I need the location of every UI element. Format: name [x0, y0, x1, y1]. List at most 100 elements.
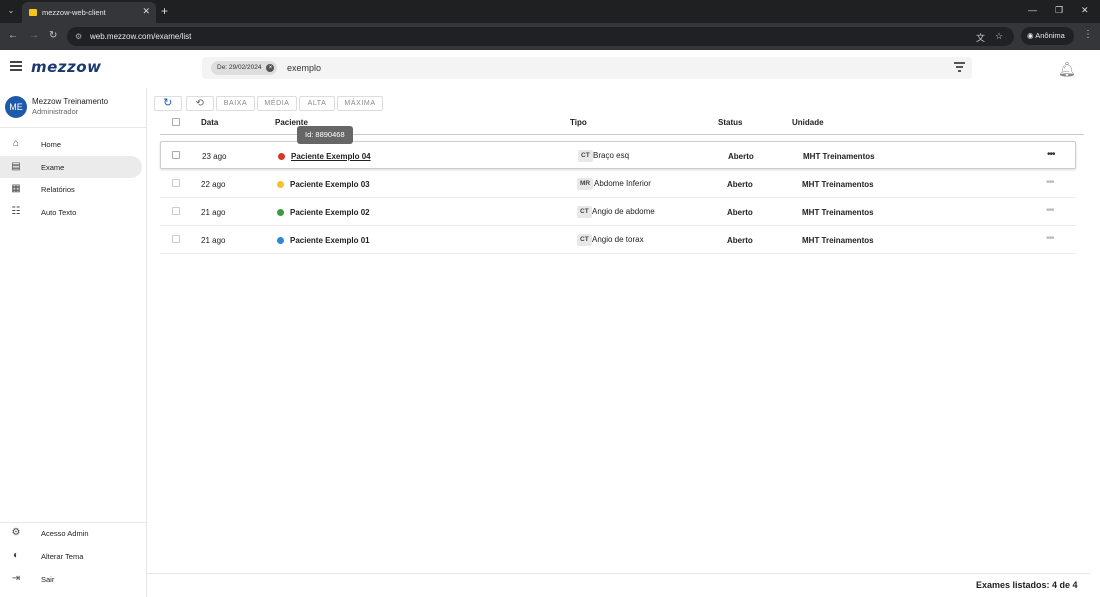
browser-tab-bar: ⌄ mezzow-web-client ✕ + — ❐ ✕ [0, 0, 1100, 23]
priority-dot [278, 153, 285, 160]
sidebar-item-label: Home [41, 140, 62, 149]
status-text: Aberto [727, 236, 753, 245]
row-date: 21 ago [201, 208, 226, 217]
browser-tab[interactable]: mezzow-web-client ✕ [22, 2, 156, 23]
unit-text: MHT Treinamentos [802, 208, 874, 217]
sidebar-item-label: Acesso Admin [41, 529, 89, 538]
priority-maxima-button[interactable]: MÁXIMA [337, 96, 383, 111]
profile-label: Anônima [1035, 31, 1065, 40]
row-checkbox[interactable] [172, 235, 180, 243]
bookmark-star-icon[interactable]: ☆ [995, 31, 1003, 42]
gear-icon: ⚙ [11, 527, 21, 538]
priority-dot [277, 209, 284, 216]
modality-badge: CT [577, 234, 592, 246]
menu-icon[interactable] [10, 61, 22, 71]
chip-label: De: 29/02/2024 [217, 64, 262, 71]
translate-icon[interactable]: 文 [976, 31, 985, 44]
window-close-icon[interactable]: ✕ [1081, 5, 1089, 16]
sidebar-item-sair[interactable]: ⇥ Sair [0, 568, 142, 590]
modality-badge: MR [577, 178, 594, 190]
url-input[interactable]: ⚙ web.mezzow.com/exame/list 文 ☆ [67, 27, 1014, 46]
notification-bell-icon[interactable]: 🔔︎ [1058, 61, 1076, 78]
status-text: Aberto [728, 152, 754, 161]
modality-badge: CT [578, 150, 593, 162]
column-unidade[interactable]: Unidade [792, 118, 824, 127]
row-checkbox[interactable] [172, 207, 180, 215]
table-row[interactable]: 21 ago Paciente Exemplo 02 CT Angio de a… [160, 198, 1076, 226]
avatar: ME [5, 96, 27, 118]
user-name: Mezzow Treinamento [32, 97, 109, 106]
column-data[interactable]: Data [201, 118, 218, 127]
sidebar-item-label: Auto Texto [41, 208, 77, 217]
search-input[interactable]: exemplo [287, 63, 321, 73]
select-all-checkbox[interactable] [172, 118, 180, 126]
restore-icon[interactable]: ❐ [1055, 5, 1063, 16]
row-date: 23 ago [202, 152, 227, 161]
sidebar-item-home[interactable]: ⌂ Home [0, 133, 142, 155]
exam-type: Angio de abdome [592, 207, 655, 216]
sidebar-item-relatorios[interactable]: ▦ Relatórios [0, 178, 142, 200]
table-row[interactable]: 21 ago Paciente Exemplo 01 CT Angio de t… [160, 226, 1076, 254]
row-date: 21 ago [201, 236, 226, 245]
exam-type: Braço esq [593, 151, 630, 160]
sidebar-item-auto-texto[interactable]: ☷ Auto Texto [0, 201, 142, 223]
unit-text: MHT Treinamentos [802, 236, 874, 245]
more-options-icon[interactable]: ••• [1047, 149, 1055, 160]
patient-link[interactable]: Paciente Exemplo 02 [290, 208, 370, 217]
sidebar-item-alterar-tema[interactable]: ◐ Alterar Tema [0, 545, 142, 567]
back-icon[interactable]: ← [8, 30, 18, 41]
forward-icon[interactable]: → [29, 30, 39, 41]
sidebar-item-label: Alterar Tema [41, 552, 84, 561]
theme-icon: ◐ [12, 550, 20, 561]
row-checkbox[interactable] [172, 179, 180, 187]
auto-text-icon: ☷ [11, 206, 21, 217]
patient-link[interactable]: Paciente Exemplo 01 [290, 236, 370, 245]
tab-search-icon[interactable]: ⌄ [4, 4, 18, 18]
refresh-button[interactable]: ↻ [154, 96, 182, 111]
patient-id-tooltip: Id: 8890468 [297, 126, 353, 144]
minimize-icon[interactable]: — [1028, 5, 1037, 15]
new-tab-icon[interactable]: + [161, 4, 168, 18]
more-options-icon[interactable]: ••• [1046, 233, 1054, 244]
reload-icon[interactable]: ↻ [49, 30, 57, 41]
filter-icon[interactable] [954, 62, 965, 72]
unit-text: MHT Treinamentos [803, 152, 875, 161]
chip-clear-icon[interactable]: × [266, 64, 275, 72]
date-filter-chip[interactable]: De: 29/02/2024 × [211, 61, 278, 75]
sidebar-item-exame[interactable]: ▤ Exame [0, 156, 142, 178]
site-info-icon[interactable]: ⚙ [75, 32, 82, 41]
priority-baixa-button[interactable]: BAIXA [216, 96, 255, 111]
logout-icon: ⇥ [11, 573, 21, 584]
column-tipo[interactable]: Tipo [570, 118, 587, 127]
priority-media-button[interactable]: MÉDIA [257, 96, 297, 111]
more-options-icon[interactable]: ••• [1046, 205, 1054, 216]
more-options-icon[interactable]: ••• [1046, 177, 1054, 188]
row-checkbox[interactable] [172, 151, 180, 159]
user-role: Administrador [32, 107, 79, 116]
exam-list-icon: ▤ [11, 161, 21, 172]
patient-link[interactable]: Paciente Exemplo 04 [291, 152, 371, 161]
status-text: Aberto [727, 208, 753, 217]
tab-title: mezzow-web-client [42, 8, 106, 17]
search-bar[interactable]: De: 29/02/2024 × exemplo [202, 57, 972, 79]
priority-dot [277, 237, 284, 244]
sidebar-item-acesso-admin[interactable]: ⚙ Acesso Admin [0, 522, 142, 544]
priority-alta-button[interactable]: ALTA [299, 96, 335, 111]
table-row[interactable]: 22 ago Paciente Exemplo 03 MR Abdome Inf… [160, 170, 1076, 198]
history-button[interactable]: ⟲ [186, 96, 214, 111]
table-row[interactable]: 23 ago Paciente Exemplo 04 CT Braço esq … [160, 141, 1076, 169]
user-profile: ME Mezzow Treinamento Administrador [0, 88, 146, 128]
logo: mezzow [31, 58, 102, 76]
browser-menu-icon[interactable]: ⋮ [1083, 29, 1093, 40]
exam-type: Abdome Inferior [594, 179, 651, 188]
sidebar-item-label: Relatórios [41, 185, 75, 194]
patient-link[interactable]: Paciente Exemplo 03 [290, 180, 370, 189]
exam-type: Angio de torax [592, 235, 644, 244]
tab-close-icon[interactable]: ✕ [142, 6, 150, 17]
column-status[interactable]: Status [718, 118, 742, 127]
sidebar-item-label: Sair [41, 575, 55, 584]
refresh-icon: ↻ [163, 97, 173, 109]
modality-badge: CT [577, 206, 592, 218]
incognito-badge[interactable]: ◉ Anônima [1021, 27, 1074, 45]
url-text: web.mezzow.com/exame/list [90, 32, 192, 41]
